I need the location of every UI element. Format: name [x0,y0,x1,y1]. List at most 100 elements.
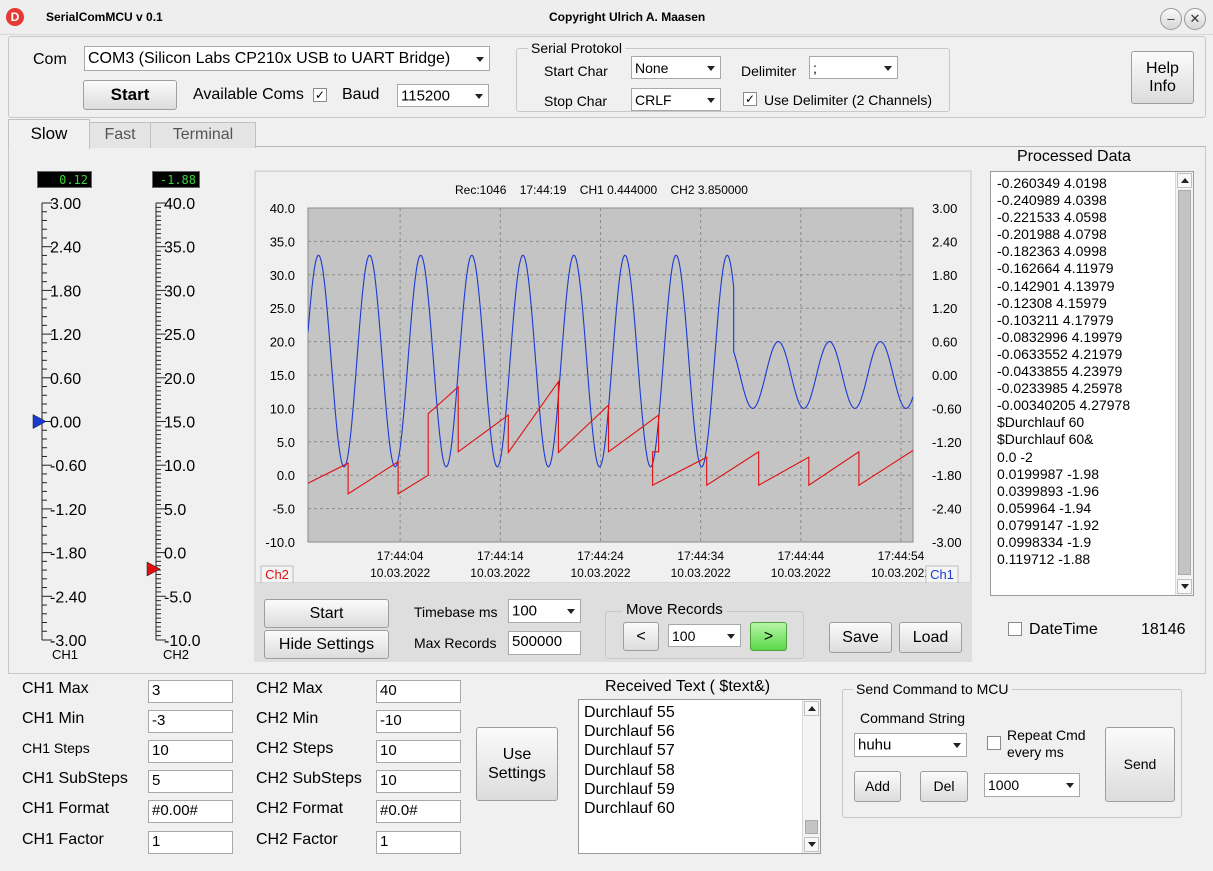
left-axis-tick-label: 15.0 [270,368,295,383]
processed-data-scrollbar[interactable] [1175,172,1193,595]
close-icon[interactable]: ✕ [1184,8,1206,30]
processed-data-row[interactable]: -0.00340205 4.27978 [997,397,1130,414]
processed-data-row[interactable]: -0.103211 4.17979 [997,312,1130,329]
received-text-scrollbar[interactable] [802,700,820,853]
max-records-input[interactable]: 500000 [508,631,581,655]
repeat-cmd-line1: Repeat Cmd [1007,727,1086,743]
ch1-setting-input[interactable]: -3 [148,710,233,733]
move-next-button[interactable]: > [750,622,787,651]
ch1-setting-input[interactable]: #0.00# [148,800,233,823]
processed-data-row[interactable]: -0.240989 4.0398 [997,192,1130,209]
processed-data-row[interactable]: 0.0399893 -1.96 [997,483,1130,500]
start-char-select[interactable]: None [631,56,721,79]
minimize-button[interactable]: – [1160,8,1182,30]
chart-start-button[interactable]: Start [264,599,389,628]
received-text-row[interactable]: Durchlauf 59 [584,780,675,799]
baud-select[interactable]: 115200 [397,84,489,107]
ch2-setting-input[interactable]: 10 [376,770,461,793]
move-step-select[interactable]: 100 [668,624,741,647]
processed-data-row[interactable]: -0.260349 4.0198 [997,175,1130,192]
move-prev-button[interactable]: < [623,622,659,651]
del-command-button[interactable]: Del [920,771,968,802]
right-axis-tick-label: 1.80 [932,268,957,283]
timebase-select[interactable]: 100 [508,599,581,623]
move-records-title: Move Records [622,601,727,618]
processed-data-row[interactable]: 0.0799147 -1.92 [997,517,1130,534]
received-text-row[interactable]: Durchlauf 57 [584,741,675,760]
delimiter-select[interactable]: ; [809,56,898,79]
gauge-tick-label: 40.0 [164,196,195,213]
use-delimiter-checkbox[interactable]: ✓ [743,92,757,106]
use-settings-button[interactable]: Use Settings [476,727,558,801]
add-command-button[interactable]: Add [854,771,901,802]
processed-data-row[interactable]: 0.0199987 -1.98 [997,466,1130,483]
tab-slow[interactable]: Slow [8,119,90,149]
delimiter-label: Delimiter [741,63,797,79]
scroll-up-icon[interactable] [804,701,819,716]
scroll-down-icon[interactable] [1177,579,1192,594]
gauge-tick-label: 25.0 [164,327,195,344]
processed-data-row[interactable]: 0.119712 -1.88 [997,551,1130,568]
processed-data-row[interactable]: -0.182363 4.0998 [997,243,1130,260]
ch2-setting-input[interactable]: -10 [376,710,461,733]
send-button[interactable]: Send [1105,727,1175,802]
processed-data-row[interactable]: $Durchlauf 60 [997,414,1130,431]
ch2-setting-input[interactable]: 40 [376,680,461,703]
processed-data-row[interactable]: 0.0 -2 [997,449,1130,466]
processed-data-row[interactable]: -0.221533 4.0598 [997,209,1130,226]
processed-data-rows: -0.260349 4.0198 -0.240989 4.0398 -0.22153… [997,175,1130,568]
scroll-up-icon[interactable] [1177,173,1192,188]
received-text-row[interactable]: Durchlauf 60 [584,799,675,818]
ch1-setting-input[interactable]: 5 [148,770,233,793]
processed-data-row[interactable]: -0.0433855 4.23979 [997,363,1130,380]
help-info-button[interactable]: Help Info [1131,51,1194,104]
stop-char-select[interactable]: CRLF [631,88,721,111]
ch1-setting-label: CH1 Min [22,710,85,727]
scroll-thumb[interactable] [1178,190,1191,575]
processed-data-row[interactable]: -0.201988 4.0798 [997,226,1130,243]
tab-fast[interactable]: Fast [88,122,152,148]
ch2-setting-label: CH2 Factor [256,831,338,848]
processed-data-row[interactable]: -0.142901 4.13979 [997,278,1130,295]
processed-data-row[interactable]: 0.059964 -1.94 [997,500,1130,517]
ch2-setting-input[interactable]: 10 [376,740,461,763]
ch1-setting-input[interactable]: 1 [148,831,233,854]
datetime-checkbox[interactable] [1008,622,1022,636]
ch1-setting-input[interactable]: 3 [148,680,233,703]
com-port-select[interactable]: COM3 (Silicon Labs CP210x USB to UART Br… [84,46,490,71]
available-coms-checkbox[interactable]: ✓ [313,88,327,102]
ch1-setting-label: CH1 Steps [22,740,90,756]
serial-protocol-title: Serial Protokol [528,40,626,56]
received-text-row[interactable]: Durchlauf 58 [584,761,675,780]
ch2-setting-input[interactable]: 1 [376,831,461,854]
com-label: Com [33,51,67,68]
tab-terminal[interactable]: Terminal [150,122,256,148]
processed-data-row[interactable]: -0.0233985 4.25978 [997,380,1130,397]
left-axis-tick-label: 30.0 [270,268,295,283]
line-chart[interactable]: 40.0 3.00 35.0 2.40 30.0 1.80 25.0 1.20 20.0 0.60… [255,200,971,583]
processed-data-row[interactable]: -0.0832996 4.19979 [997,329,1130,346]
ch2-setting-input[interactable]: #0.0# [376,800,461,823]
processed-data-row[interactable]: -0.0633552 4.21979 [997,346,1130,363]
repeat-cmd-checkbox[interactable] [987,736,1001,750]
received-text-row[interactable]: Durchlauf 56 [584,722,675,741]
chevron-down-icon [471,47,489,70]
received-text-row[interactable]: Durchlauf 55 [584,703,675,722]
x-axis-date-label: 10.03.2022 [470,566,530,580]
load-button[interactable]: Load [899,622,962,653]
processed-data-row[interactable]: 0.0998334 -1.9 [997,534,1130,551]
save-button[interactable]: Save [829,622,892,653]
processed-data-list[interactable]: -0.260349 4.0198 -0.240989 4.0398 -0.22153… [990,171,1194,596]
processed-data-row[interactable]: -0.162664 4.11979 [997,260,1130,277]
scroll-down-icon[interactable] [804,837,819,852]
processed-data-row[interactable]: $Durchlauf 60& [997,431,1130,448]
repeat-interval-select[interactable]: 1000 [984,773,1080,797]
processed-data-row[interactable]: -0.12308 4.15979 [997,295,1130,312]
hide-settings-button[interactable]: Hide Settings [264,630,389,659]
ch1-setting-input[interactable]: 10 [148,740,233,763]
scroll-thumb[interactable] [805,820,818,834]
x-axis-date-label: 10.03.2022 [871,566,931,580]
received-text-list[interactable]: Durchlauf 55 Durchlauf 56 Durchlauf 57 Durc… [578,699,821,854]
command-string-select[interactable]: huhu [854,733,967,757]
connect-start-button[interactable]: Start [83,80,177,110]
